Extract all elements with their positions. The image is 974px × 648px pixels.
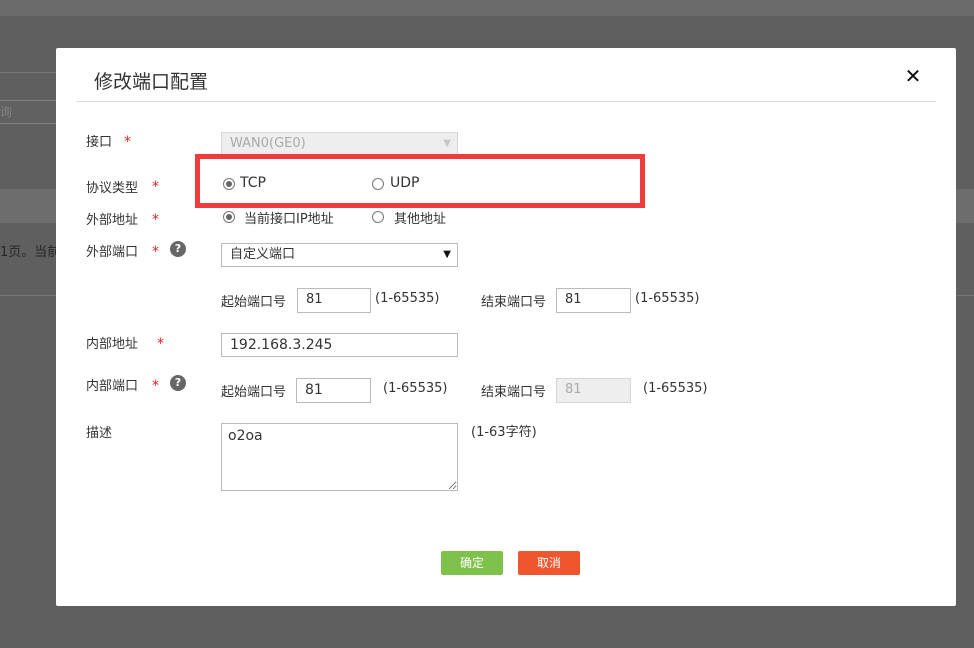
protocol-label: 协议类型 <box>86 181 139 196</box>
background-pager-text: 1页。当前 <box>0 245 56 260</box>
external-end-port-range: (1-65535) <box>635 291 700 306</box>
required-mark: * <box>157 336 164 352</box>
internal-start-port-input[interactable]: 81 <box>296 378 371 403</box>
close-icon[interactable]: ✕ <box>902 64 924 88</box>
external-start-port-label: 起始端口号 <box>221 295 287 310</box>
internal-end-port-label: 结束端口号 <box>481 385 547 400</box>
background-topbar <box>0 0 974 16</box>
chevron-down-icon: ▼ <box>443 249 451 260</box>
internal-end-port-range: (1-65535) <box>643 381 708 396</box>
required-mark: * <box>152 212 159 228</box>
interface-select: WAN0(GE0) ▼ <box>221 132 458 156</box>
highlight-annotation-box <box>195 154 645 208</box>
external-end-port-label: 结束端口号 <box>481 295 547 310</box>
external-address-other-label[interactable]: 其他地址 <box>394 208 446 227</box>
required-mark: * <box>152 244 159 260</box>
external-port-mode-select[interactable]: 自定义端口 ▼ <box>221 243 458 267</box>
chevron-down-icon: ▼ <box>443 138 451 149</box>
internal-start-port-label: 起始端口号 <box>221 385 287 400</box>
external-address-label: 外部地址 <box>86 213 139 228</box>
background-search-placeholder: 询 <box>0 105 13 119</box>
description-label: 描述 <box>86 426 113 441</box>
description-textarea[interactable]: o2oa <box>221 423 458 491</box>
external-port-label: 外部端口 <box>86 245 139 260</box>
required-mark: * <box>152 179 159 195</box>
help-icon[interactable]: ? <box>170 241 186 257</box>
dialog-title: 修改端口配置 <box>94 71 209 93</box>
confirm-button[interactable]: 确定 <box>441 551 503 575</box>
external-address-other-radio[interactable] <box>372 211 384 223</box>
edit-port-dialog: 修改端口配置 ✕ 接口 * WAN0(GE0) ▼ 协议类型 * TCP UDP… <box>56 48 956 606</box>
internal-address-input[interactable]: 192.168.3.245 <box>221 333 458 357</box>
interface-select-value: WAN0(GE0) <box>230 136 306 151</box>
external-start-port-range: (1-65535) <box>375 291 440 306</box>
required-mark: * <box>152 378 159 394</box>
external-address-current-label[interactable]: 当前接口IP地址 <box>244 208 334 227</box>
external-end-port-input[interactable]: 81 <box>556 288 631 313</box>
required-mark: * <box>124 134 131 150</box>
title-divider <box>76 101 936 102</box>
internal-start-port-range: (1-65535) <box>383 381 448 396</box>
internal-end-port-input: 81 <box>556 378 631 403</box>
internal-port-label: 内部端口 <box>86 379 139 394</box>
external-address-current-radio[interactable] <box>223 211 235 223</box>
description-hint: (1-63字符) <box>471 425 537 440</box>
external-start-port-input[interactable]: 81 <box>297 288 371 313</box>
interface-label: 接口 <box>86 135 113 150</box>
help-icon[interactable]: ? <box>170 375 186 391</box>
external-port-mode-value: 自定义端口 <box>230 247 296 262</box>
cancel-button[interactable]: 取消 <box>518 551 580 575</box>
internal-address-label: 内部地址 <box>86 337 139 352</box>
background-divider <box>0 72 60 73</box>
